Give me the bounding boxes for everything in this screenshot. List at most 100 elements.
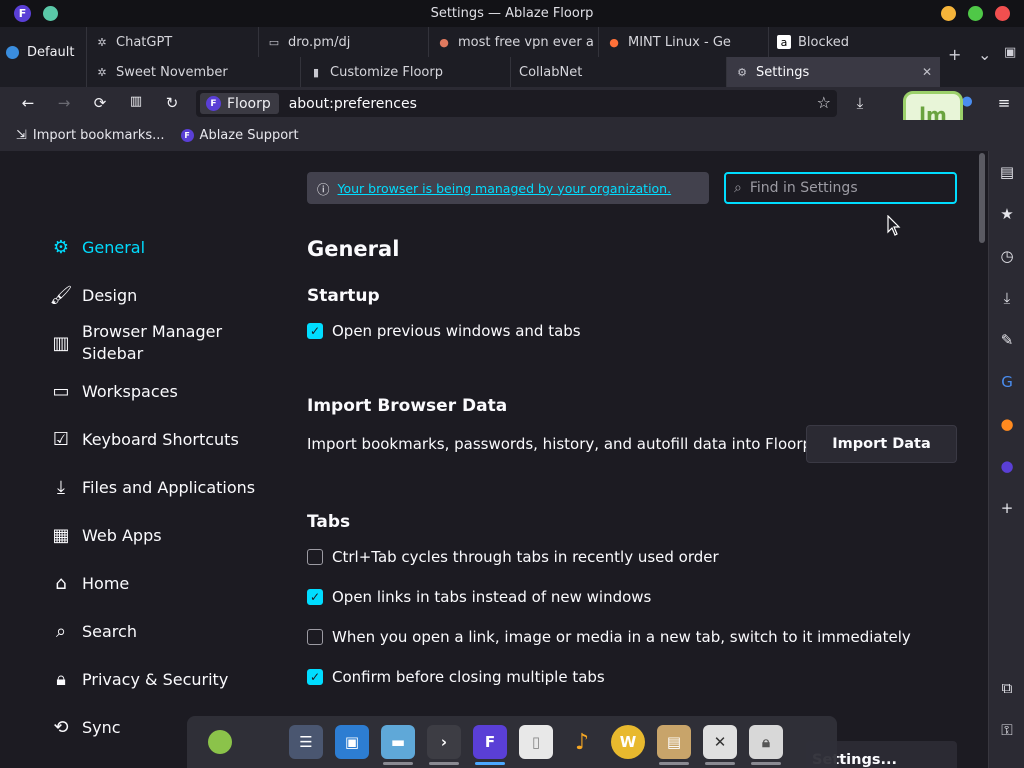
key-icon[interactable]: ⚿ — [998, 721, 1016, 739]
files-icon[interactable]: ▬ — [381, 725, 415, 765]
tab-vpn[interactable]: ● most free vpn ever a — [428, 27, 598, 57]
tab-settings[interactable]: ⚙ Settings ✕ — [726, 57, 940, 87]
close-button[interactable] — [995, 6, 1010, 21]
ctrl-tab-checkbox[interactable]: Ctrl+Tab cycles through tabs in recently… — [307, 548, 719, 566]
reload-tabs-icon[interactable]: ⟳ — [90, 94, 110, 112]
tab-collabnet[interactable]: CollabNet — [510, 57, 726, 87]
tab-label: ChatGPT — [116, 34, 173, 50]
checkbox-unchecked-icon[interactable] — [307, 549, 323, 565]
url-text[interactable]: about:preferences — [289, 96, 417, 112]
terminal-icon[interactable]: › — [427, 725, 461, 765]
reload-button[interactable]: ↻ — [162, 94, 182, 112]
checkbox-checked-icon[interactable]: ✓ — [307, 323, 323, 339]
confirm-close-tabs-checkbox[interactable]: ✓ Confirm before closing multiple tabs — [307, 668, 605, 686]
add-panel-icon[interactable]: + — [998, 499, 1016, 517]
category-home[interactable]: ⌂ Home — [50, 572, 129, 594]
checkbox-checked-icon[interactable]: ✓ — [307, 589, 323, 605]
notes-pen-icon[interactable]: ✎ — [998, 331, 1016, 349]
sync-icon: ⟲ — [53, 716, 69, 738]
bookmark-star-icon[interactable]: ☆ — [817, 93, 831, 112]
category-design[interactable]: 🖌 Design — [50, 284, 138, 306]
text-editor-icon[interactable]: ▯ — [519, 725, 553, 759]
bookmark-import[interactable]: ⇲ Import bookmarks... — [16, 128, 165, 143]
tab-mint-linux[interactable]: ● MINT Linux - Ge — [598, 27, 768, 57]
translate-icon[interactable]: G — [998, 373, 1016, 391]
category-files-applications[interactable]: ⤓ Files and Applications — [50, 476, 255, 498]
bookmark-label: Ablaze Support — [199, 128, 299, 143]
sidebar-icon: ▥ — [52, 332, 70, 354]
mint-menu-icon[interactable] — [203, 725, 237, 759]
tab-sweet-november[interactable]: ✲ Sweet November — [86, 57, 300, 87]
import-data-button[interactable]: Import Data — [806, 425, 957, 463]
tab-overflow-button[interactable]: ⌄ — [978, 45, 991, 64]
chatgpt-icon: ✲ — [97, 35, 107, 49]
tab-dro[interactable]: ▭ dro.pm/dj — [258, 27, 428, 57]
floorp-icon[interactable]: ● — [998, 457, 1016, 475]
floorp-icon[interactable]: F — [473, 725, 507, 765]
links-in-tabs-checkbox[interactable]: ✓ Open links in tabs instead of new wind… — [307, 588, 651, 606]
search-icon: ⌕ — [55, 620, 67, 642]
workspace-label: Default — [27, 45, 75, 60]
amazon-icon: a — [777, 35, 791, 49]
back-button[interactable]: ← — [18, 94, 38, 112]
keyboard-icon: ☑ — [52, 428, 70, 450]
category-search[interactable]: ⌕ Search — [50, 620, 137, 642]
settings-icon[interactable]: ☰ — [289, 725, 323, 759]
store-icon[interactable]: ▣ — [335, 725, 369, 759]
menu-icon[interactable]: ≡ — [994, 94, 1014, 112]
sticky-window-icon[interactable] — [43, 6, 58, 21]
identity-box[interactable]: F Floorp — [200, 93, 279, 114]
workspace-button[interactable]: Default — [6, 45, 75, 60]
switch-to-new-tab-checkbox[interactable]: When you open a link, image or media in … — [307, 628, 911, 646]
wps-icon[interactable]: W — [611, 725, 645, 759]
category-keyboard-shortcuts[interactable]: ☑ Keyboard Shortcuts — [50, 428, 239, 450]
tab-label: dro.pm/dj — [288, 34, 351, 50]
tab-blocked[interactable]: a Blocked — [768, 27, 938, 57]
briefcase-icon[interactable]: ▤ — [998, 163, 1016, 181]
category-workspaces[interactable]: ▭ Workspaces — [50, 380, 177, 402]
firefox-icon[interactable]: ● — [998, 415, 1016, 433]
search-settings-input[interactable]: ⌕ Find in Settings — [724, 172, 957, 204]
sidebar-toggle-icon[interactable]: ▥ — [126, 94, 146, 109]
restore-session-checkbox[interactable]: ✓ Open previous windows and tabs — [307, 322, 581, 340]
taskbar-dock: ☰ ▣ ▬ › F ▯ ♪ W ▤ ✕ 🔒︎ — [187, 716, 837, 768]
history-clock-icon[interactable]: ◷ — [998, 247, 1016, 265]
checkbox-checked-icon[interactable]: ✓ — [307, 669, 323, 685]
search-icon: ⌕ — [734, 180, 742, 196]
category-browser-manager-sidebar[interactable]: ▥ Browser Manager Sidebar — [50, 321, 250, 365]
downloads-icon[interactable]: ⤓ — [998, 289, 1016, 307]
checkbox-unchecked-icon[interactable] — [307, 629, 323, 645]
tab-customize-floorp[interactable]: ▮ Customize Floorp — [300, 57, 510, 87]
tab-chatgpt[interactable]: ✲ ChatGPT — [86, 27, 258, 57]
page-title: General — [307, 237, 400, 261]
category-privacy-security[interactable]: 🔒︎ Privacy & Security — [50, 668, 228, 690]
category-web-apps[interactable]: ▦ Web Apps — [50, 524, 161, 546]
notes-icon[interactable]: ♪ — [565, 725, 599, 759]
lock-screen-icon[interactable]: 🔒︎ — [749, 725, 783, 765]
gear-icon: ⚙ — [52, 236, 70, 258]
policy-link[interactable]: Your browser is being managed by your or… — [338, 181, 672, 196]
downloads-icon[interactable]: ⤓ — [850, 94, 870, 112]
archive-icon[interactable]: ▤ — [657, 725, 691, 765]
puzzle-icon[interactable]: ⧉ — [998, 679, 1016, 697]
forward-button[interactable]: → — [54, 94, 74, 112]
category-label: Keyboard Shortcuts — [82, 429, 239, 449]
maximize-button[interactable] — [968, 6, 983, 21]
xed-icon[interactable]: ✕ — [703, 725, 737, 765]
tab-label: Blocked — [798, 34, 849, 50]
minimize-button[interactable] — [941, 6, 956, 21]
bookmark-ablaze-support[interactable]: F Ablaze Support — [180, 128, 299, 143]
scrollbar-thumb[interactable] — [979, 153, 985, 243]
close-tab-icon[interactable]: ✕ — [922, 65, 932, 79]
firefox-icon: ● — [609, 35, 619, 49]
category-general[interactable]: ⚙ General — [50, 236, 145, 258]
category-label: Files and Applications — [82, 477, 256, 497]
category-sync[interactable]: ⟲ Sync — [50, 716, 120, 738]
new-tab-button[interactable]: + — [948, 45, 961, 64]
workspaces-menu-icon[interactable]: ▣ — [1004, 45, 1016, 60]
category-label: Home — [82, 573, 130, 593]
identity-label: Floorp — [227, 95, 271, 112]
workspace-icon: ▭ — [52, 380, 70, 402]
url-bar[interactable]: F Floorp about:preferences ☆ — [196, 90, 837, 117]
bookmarks-star-icon[interactable]: ★ — [998, 205, 1016, 223]
